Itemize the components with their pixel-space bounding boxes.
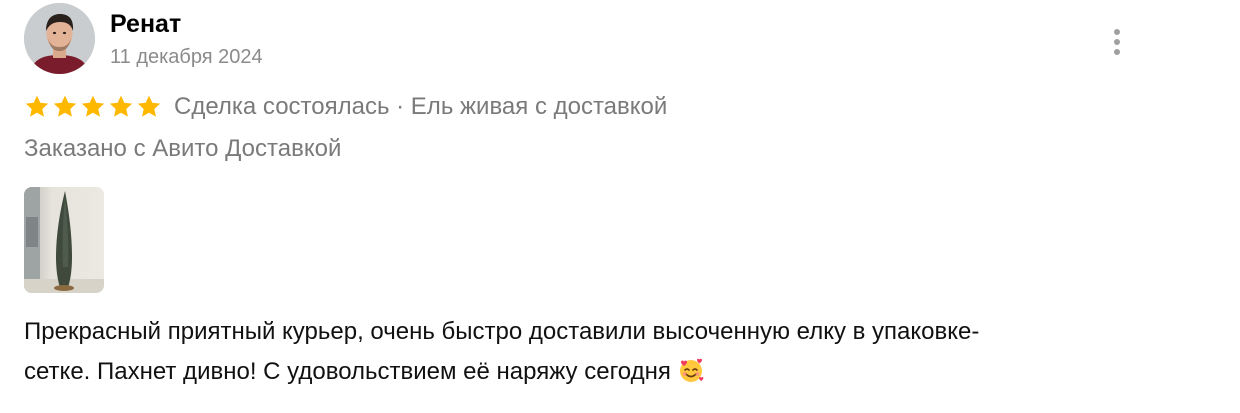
star-icon [81,95,105,117]
deal-status-text: Сделка состоялась · Ель живая с доставко… [174,93,668,120]
author-name[interactable]: Ренат [110,8,181,40]
review-text-line: Прекрасный приятный курьер, очень быстро… [24,318,980,345]
review-text-line-2: сетке. Пахнет дивно! С удовольствием её … [24,352,1144,392]
star-icon [53,95,77,117]
star-icon [109,95,133,117]
review-card: Ренат 11 декабря 2024 Сделка состоялась … [0,0,1240,413]
star-icon [137,95,161,117]
avatar-photo-icon [24,3,95,74]
smiling-face-with-hearts-emoji-icon [679,358,704,382]
delivery-note: Заказано с Авито Доставкой [24,135,342,162]
more-options-button[interactable] [1100,22,1134,62]
star-icon [25,95,49,117]
rating-stars [24,94,162,120]
review-date: 11 декабря 2024 [110,46,263,68]
review-photo-thumbnail[interactable] [24,187,104,293]
photo-thumbnail-icon [24,187,104,293]
author-avatar[interactable] [24,3,95,74]
rating-row: Сделка состоялась · Ель живая с доставко… [24,90,667,124]
review-text-line-content: сетке. Пахнет дивно! С удовольствием её … [24,358,671,385]
review-text: Прекрасный приятный курьер, очень быстро… [24,312,1144,392]
